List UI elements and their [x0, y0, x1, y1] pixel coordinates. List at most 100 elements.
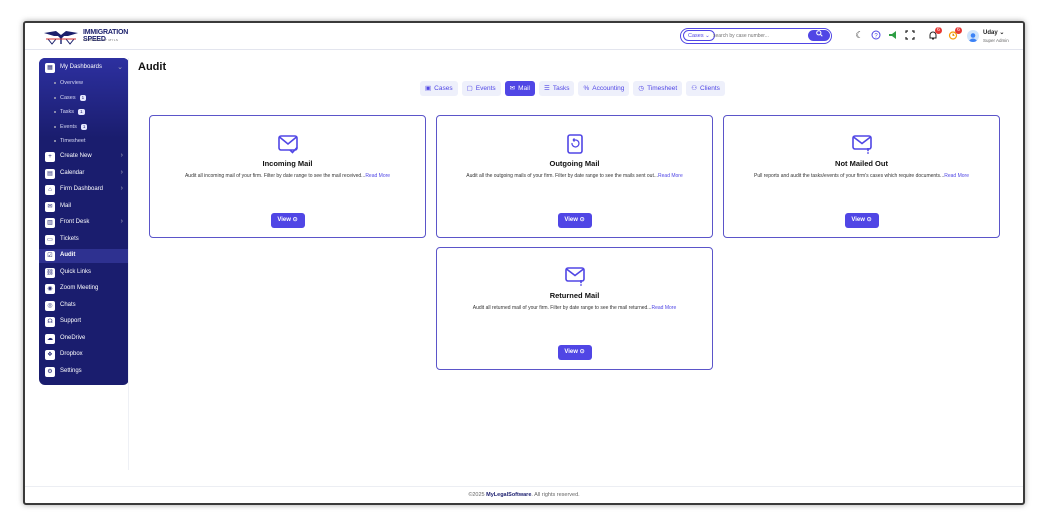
user-role: Super Admin — [983, 38, 1009, 43]
sidebar-item-calendar[interactable]: ▤ Calendar › — [39, 167, 129, 181]
audit-icon: ☑ — [45, 251, 55, 261]
card-title: Not Mailed Out — [835, 159, 888, 168]
eagle-logo-icon — [44, 31, 78, 45]
card-title: Outgoing Mail — [549, 159, 600, 168]
gear-icon: ⚙ — [45, 367, 55, 377]
view-button[interactable]: View ⊙ — [270, 213, 305, 228]
mail-check-icon — [277, 135, 298, 154]
chevron-right-icon: › — [120, 169, 123, 176]
sidebar: ▦ My Dashboards ⌄ Overview Cases 1 Tasks 1… — [39, 58, 129, 385]
mail-icon: ✉ — [509, 85, 516, 92]
calendar-icon: ▢ — [466, 85, 473, 92]
tab-accounting[interactable]: % Accounting — [578, 81, 630, 96]
card-description: Audit all returned mail of your firm. Fi… — [472, 305, 677, 311]
card-title: Incoming Mail — [262, 159, 313, 168]
read-more-link[interactable]: Read More — [651, 305, 676, 311]
mail-returned-icon — [564, 267, 585, 286]
audit-card-outgoing-mail: Outgoing Mail Audit all the outgoing mai… — [436, 115, 713, 238]
page-title: Audit — [138, 61, 167, 73]
card-description: Audit all incoming mail of your firm. Fi… — [184, 173, 391, 179]
megaphone-icon[interactable] — [887, 30, 898, 41]
fullscreen-icon[interactable] — [904, 30, 915, 41]
tab-timesheet[interactable]: ◷ Timesheet — [633, 81, 683, 96]
desk-icon: ▥ — [45, 218, 55, 228]
user-menu[interactable]: Uday ⌄ Super Admin — [967, 28, 1022, 46]
chevron-right-icon: › — [120, 185, 123, 192]
sidebar-item-create-new[interactable]: + Create New › — [39, 150, 129, 164]
chevron-right-icon: › — [120, 218, 123, 225]
chevron-right-icon: › — [120, 152, 123, 159]
search-input[interactable] — [713, 30, 801, 41]
audit-card-not-mailed-out: Not Mailed Out Pull reports and audit th… — [723, 115, 1000, 238]
percent-icon: % — [583, 85, 590, 92]
card-description: Pull reports and audit the tasks/events … — [754, 173, 969, 179]
audit-card-returned-mail: Returned Mail Audit all returned mail of… — [436, 247, 713, 370]
search-button[interactable] — [808, 30, 830, 41]
video-icon: ◉ — [45, 284, 55, 294]
view-button[interactable]: View ⊙ — [557, 213, 592, 228]
user-name: Uday ⌄ — [983, 30, 1005, 36]
mail-icon: ✉ — [45, 202, 55, 212]
calendar-icon: ▤ — [45, 169, 55, 179]
tab-cases[interactable]: ▣ Cases — [420, 81, 458, 96]
brand-logo[interactable]: IMMIGRATION SPEED POWERED BY MYLS — [42, 27, 152, 45]
sidebar-subitem-tasks[interactable]: Tasks 1 — [39, 106, 129, 119]
tab-mail[interactable]: ✉ Mail — [504, 81, 535, 96]
notification-count: 6 — [935, 27, 942, 34]
briefcase-icon: ▣ — [425, 85, 432, 92]
sidebar-item-support[interactable]: ☊ Support — [39, 315, 129, 329]
search-category-select[interactable]: Cases ⌄ — [683, 30, 715, 41]
mail-alert-icon — [851, 135, 872, 154]
dashboard-icon: ▦ — [45, 63, 55, 73]
read-more-link[interactable]: Read More — [944, 173, 969, 179]
sidebar-item-front-desk[interactable]: ▥ Front Desk › — [39, 216, 129, 230]
card-title: Returned Mail — [549, 291, 600, 300]
audit-card-incoming-mail: Incoming Mail Audit all incoming mail of… — [149, 115, 426, 238]
audit-tabs: ▣ Cases ▢ Events ✉ Mail ☰ Tasks % Accounting … — [420, 81, 725, 97]
case-search: Cases ⌄ — [680, 28, 832, 44]
card-description: Audit all the outgoing mails of your fir… — [466, 173, 683, 179]
footer: ©2025 MyLegalSoftware. All rights reserv… — [25, 486, 1023, 503]
tab-clients[interactable]: ⚇ Clients — [686, 81, 725, 96]
mail-return-icon — [566, 134, 583, 154]
count-badge: 1 — [78, 109, 85, 115]
users-icon: ⚇ — [691, 85, 698, 92]
sidebar-item-mail[interactable]: ✉ Mail — [39, 200, 129, 214]
sidebar-subitem-cases[interactable]: Cases 1 — [39, 92, 129, 105]
read-more-link[interactable]: Read More — [365, 173, 390, 179]
dropbox-icon: ❖ — [45, 350, 55, 360]
sidebar-item-dropbox[interactable]: ❖ Dropbox — [39, 348, 129, 362]
clock-icon: ◷ — [638, 85, 645, 92]
alert-count: 6 — [955, 27, 962, 34]
help-icon[interactable]: ? — [870, 30, 881, 41]
sidebar-item-tickets[interactable]: ▭ Tickets — [39, 233, 129, 247]
view-button[interactable]: View ⊙ — [557, 345, 592, 360]
plus-icon: + — [45, 152, 55, 162]
read-more-link[interactable]: Read More — [658, 173, 683, 179]
sidebar-item-onedrive[interactable]: ☁ OneDrive — [39, 332, 129, 346]
list-icon: ☰ — [544, 85, 550, 92]
tab-events[interactable]: ▢ Events — [461, 81, 501, 96]
sidebar-item-settings[interactable]: ⚙ Settings — [39, 365, 129, 379]
avatar — [967, 30, 979, 42]
notification-bell-icon[interactable]: 6 — [927, 27, 942, 41]
view-button[interactable]: View ⊙ — [844, 213, 879, 228]
sidebar-item-my-dashboards[interactable]: ▦ My Dashboards ⌄ — [39, 61, 129, 75]
sidebar-item-firm-dashboard[interactable]: ⌂ Firm Dashboard › — [39, 183, 129, 197]
sidebar-item-zoom-meeting[interactable]: ◉ Zoom Meeting — [39, 282, 129, 296]
sidebar-subitem-overview[interactable]: Overview — [39, 77, 129, 90]
sidebar-item-chats[interactable]: ◎ Chats — [39, 299, 129, 313]
sidebar-item-audit[interactable]: ☑ Audit — [39, 249, 129, 263]
count-badge: 1 — [80, 124, 88, 130]
brand-tagline: POWERED BY MYLS — [83, 38, 119, 42]
link-icon: ⛓ — [45, 268, 55, 278]
ticket-icon: ▭ — [45, 235, 55, 245]
dark-mode-icon[interactable]: ☾ — [854, 30, 865, 41]
tab-tasks[interactable]: ☰ Tasks — [539, 81, 575, 96]
sidebar-item-quick-links[interactable]: ⛓ Quick Links — [39, 266, 129, 280]
app-window: IMMIGRATION SPEED POWERED BY MYLS Cases … — [23, 21, 1025, 505]
sidebar-subitem-timesheet[interactable]: Timesheet — [39, 135, 129, 148]
sidebar-subitem-events[interactable]: Events 1 — [39, 121, 129, 134]
footer-brand-link[interactable]: MyLegalSoftware — [486, 492, 531, 498]
timer-icon[interactable]: 6 — [947, 27, 962, 41]
